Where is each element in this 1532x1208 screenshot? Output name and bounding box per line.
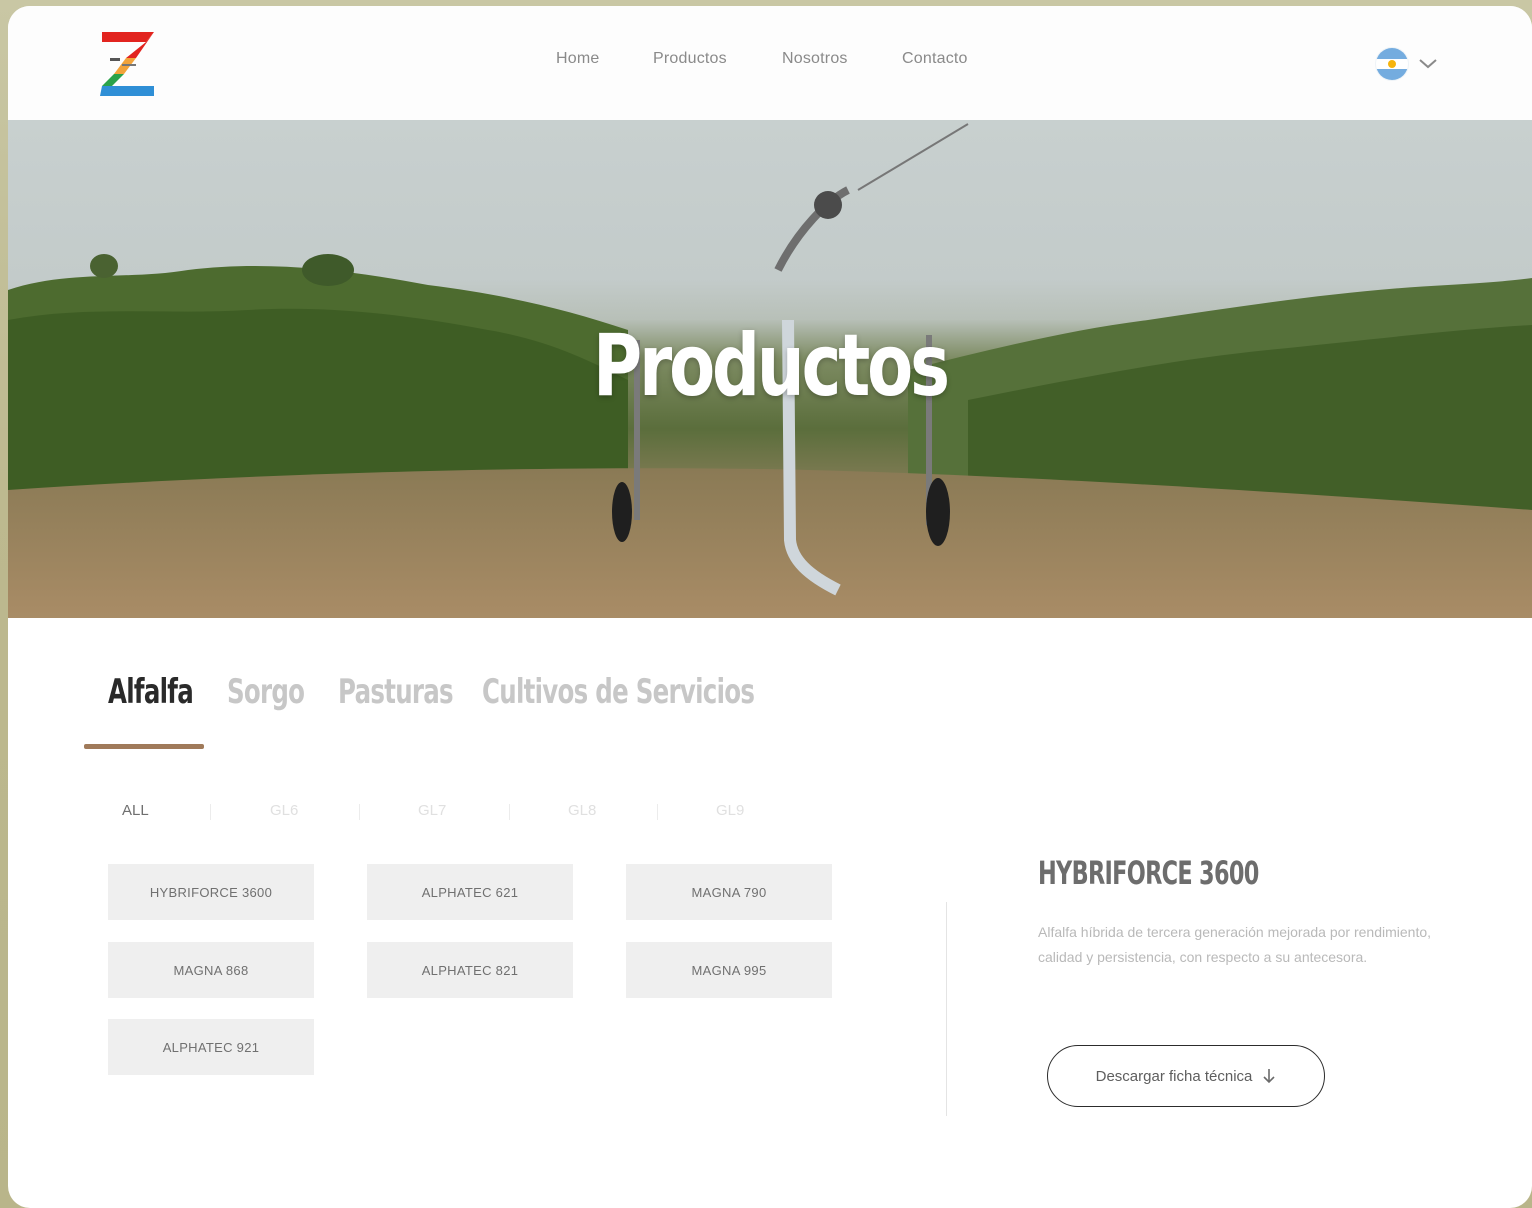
filter-separator [657, 804, 658, 820]
filter-separator [210, 804, 211, 820]
category-tabs: Alfalfa Sorgo Pasturas Cultivos de Servi… [8, 672, 1532, 752]
nav-home[interactable]: Home [556, 50, 599, 68]
active-tab-indicator [84, 744, 204, 749]
download-datasheet-button[interactable]: Descargar ficha técnica [1047, 1045, 1325, 1107]
nav-contacto[interactable]: Contacto [902, 50, 968, 68]
filter-gl8[interactable]: GL8 [568, 802, 596, 819]
filter-gl6[interactable]: GL6 [270, 802, 298, 819]
filter-gl9[interactable]: GL9 [716, 802, 744, 819]
product-card[interactable]: ALPHATEC 921 [108, 1019, 314, 1075]
product-card[interactable]: ALPHATEC 621 [367, 864, 573, 920]
site-header: Home Productos Nosotros Contacto [8, 6, 1532, 120]
tab-sorgo[interactable]: Sorgo [227, 672, 305, 712]
tab-cultivos-de-servicios[interactable]: Cultivos de Servicios [482, 672, 755, 712]
arrow-down-icon [1263, 1069, 1275, 1084]
product-card[interactable]: MAGNA 790 [626, 864, 832, 920]
argentina-flag-icon [1376, 48, 1408, 80]
page-title: Productos [593, 316, 950, 416]
filter-separator [509, 804, 510, 820]
tab-pasturas[interactable]: Pasturas [338, 672, 454, 712]
chevron-down-icon [1419, 59, 1437, 69]
product-card[interactable]: HYBRIFORCE 3600 [108, 864, 314, 920]
product-card[interactable]: MAGNA 868 [108, 942, 314, 998]
hero-banner: Productos [8, 120, 1532, 618]
product-card[interactable]: MAGNA 995 [626, 942, 832, 998]
dormancy-filters: ALL GL6 GL7 GL8 GL9 [8, 802, 1532, 826]
product-detail-description: Alfalfa híbrida de tercera generación me… [1038, 924, 1432, 965]
filter-all[interactable]: ALL [122, 802, 149, 819]
nav-productos[interactable]: Productos [653, 50, 727, 68]
filter-separator [359, 804, 360, 820]
download-button-label: Descargar ficha técnica [1095, 1067, 1253, 1085]
product-detail-title: HYBRIFORCE 3600 [1038, 854, 1259, 892]
main-nav: Home Productos Nosotros Contacto [8, 50, 1532, 74]
nav-nosotros[interactable]: Nosotros [782, 50, 848, 68]
language-selector[interactable] [1376, 48, 1446, 84]
tab-alfalfa[interactable]: Alfalfa [108, 672, 194, 712]
section-divider [946, 902, 947, 1116]
filter-gl7[interactable]: GL7 [418, 802, 446, 819]
page-frame: Home Productos Nosotros Contacto Product… [8, 6, 1532, 1208]
product-card[interactable]: ALPHATEC 821 [367, 942, 573, 998]
